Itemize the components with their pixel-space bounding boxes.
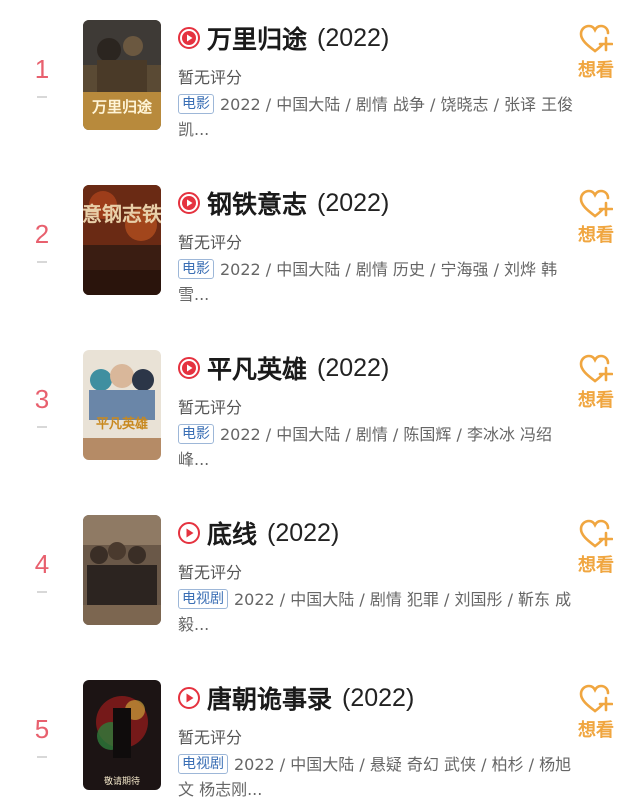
poster-image[interactable]: 万里归途	[83, 20, 161, 130]
movie-year: (2022)	[317, 23, 390, 52]
title-row[interactable]: 底线 (2022)	[178, 515, 339, 551]
tv-play-icon	[178, 522, 200, 544]
poster-title: 平凡英雄	[96, 416, 148, 432]
movie-meta: 电影 2022 / 中国大陆 / 剧情 历史 / 宁海强 / 刘烨 韩雪...	[178, 257, 578, 307]
rank-divider	[37, 96, 47, 98]
rank-divider	[37, 756, 47, 758]
movie-year: (2022)	[267, 518, 340, 547]
rating-text: 暂无评分	[178, 563, 243, 582]
list-item[interactable]: 1 万里归途 万里归途 (2022) 暂无评分 电影 2022 / 中国大陆 /…	[0, 20, 640, 185]
movie-year: (2022)	[317, 353, 390, 382]
movie-meta: 电视剧 2022 / 中国大陆 / 悬疑 奇幻 武侠 / 柏杉 / 杨旭文 杨志刚…	[178, 752, 578, 802]
want-to-watch-button[interactable]: 想看	[574, 354, 618, 412]
heart-plus-icon	[579, 189, 613, 218]
meta-text: 2022 / 中国大陆 / 悬疑 奇幻 武侠 / 柏杉 / 杨旭文 杨志刚...	[178, 755, 572, 799]
want-to-watch-button[interactable]: 想看	[574, 189, 618, 247]
list-item[interactable]: 5 敬请期待 唐朝诡事录 (2022) 暂无评分 电视剧 2022 / 中国大陆 …	[0, 680, 640, 805]
rank-number: 2	[34, 219, 50, 249]
movie-list: 1 万里归途 万里归途 (2022) 暂无评分 电影 2022 / 中国大陆 /…	[0, 0, 640, 805]
list-item[interactable]: 2 意钢志铁 钢铁意志 (2022) 暂无评分 电影2022 / 中国大陆 /	[0, 185, 640, 350]
movie-title: 平凡英雄	[207, 355, 308, 384]
rating-text: 暂无评分	[178, 233, 243, 252]
rating-text: 暂无评分	[178, 68, 243, 87]
want-label: 想看	[578, 390, 614, 411]
movie-year: (2022)	[317, 188, 390, 217]
movie-title: 唐朝诡事录	[207, 685, 333, 714]
heart-plus-icon	[579, 684, 613, 713]
want-to-watch-button[interactable]: 想看	[574, 519, 618, 577]
want-label: 想看	[578, 555, 614, 576]
meta-text: 2022 / 中国大陆 / 剧情 战争 / 饶晓志 / 张译 王俊凯...	[178, 95, 574, 139]
list-item[interactable]: 4 底线 (2022) 暂无评分 电视剧2022 / 中国大陆 / 剧情 犯罪	[0, 515, 640, 680]
type-badge: 电影	[178, 259, 214, 279]
want-label: 想看	[578, 225, 614, 246]
title-row[interactable]: 平凡英雄 (2022)	[178, 350, 389, 386]
movie-play-icon	[178, 357, 200, 379]
type-badge: 电影	[178, 94, 214, 114]
meta-text: 2022 / 中国大陆 / 剧情 犯罪 / 刘国彤 / 靳东 成毅...	[178, 590, 572, 634]
poster-title: 意钢志铁	[83, 202, 161, 226]
want-label: 想看	[578, 720, 614, 741]
title-row[interactable]: 万里归途 (2022)	[178, 20, 389, 56]
movie-play-icon	[178, 192, 200, 214]
movie-meta: 电影 2022 / 中国大陆 / 剧情 / 陈国辉 / 李冰冰 冯绍峰...	[178, 422, 578, 472]
movie-meta: 电影 2022 / 中国大陆 / 剧情 战争 / 饶晓志 / 张译 王俊凯...	[178, 92, 578, 142]
title-row[interactable]: 唐朝诡事录 (2022)	[178, 680, 414, 716]
rating-text: 暂无评分	[178, 398, 243, 417]
meta-text: 2022 / 中国大陆 / 剧情 / 陈国辉 / 李冰冰 冯绍峰...	[178, 425, 553, 469]
poster-image[interactable]: 意钢志铁	[83, 185, 161, 295]
rank-number: 4	[34, 549, 50, 579]
want-to-watch-button[interactable]: 想看	[574, 684, 618, 742]
heart-plus-icon	[579, 354, 613, 383]
poster-image[interactable]: 敬请期待	[83, 680, 161, 790]
poster-image[interactable]: 平凡英雄	[83, 350, 161, 460]
movie-title: 钢铁意志	[207, 190, 308, 219]
poster-title: 敬请期待	[104, 775, 140, 787]
movie-title: 万里归途	[207, 25, 308, 54]
rank-divider	[37, 591, 47, 593]
title-row[interactable]: 钢铁意志 (2022)	[178, 185, 389, 221]
movie-meta: 电视剧 2022 / 中国大陆 / 剧情 犯罪 / 刘国彤 / 靳东 成毅...	[178, 587, 578, 637]
movie-year: (2022)	[342, 683, 415, 712]
heart-plus-icon	[579, 519, 613, 548]
rank-number: 3	[34, 384, 50, 414]
meta-text: 2022 / 中国大陆 / 剧情 历史 / 宁海强 / 刘烨 韩雪...	[178, 260, 558, 304]
tv-play-icon	[178, 687, 200, 709]
movie-play-icon	[178, 27, 200, 49]
heart-plus-icon	[579, 24, 613, 53]
poster-image[interactable]	[83, 515, 161, 625]
want-label: 想看	[578, 60, 614, 81]
rank-number: 1	[34, 54, 50, 84]
rank-divider	[37, 261, 47, 263]
type-badge: 电视剧	[178, 589, 228, 609]
movie-title: 底线	[207, 520, 258, 549]
type-badge: 电视剧	[178, 754, 228, 774]
type-badge: 电影	[178, 424, 214, 444]
rating-text: 暂无评分	[178, 728, 243, 747]
list-item[interactable]: 3 平凡英雄 平凡英雄 (2022) 暂无评分 电影 2022 / 中国大陆 /…	[0, 350, 640, 515]
want-to-watch-button[interactable]: 想看	[574, 24, 618, 82]
poster-title: 万里归途	[91, 98, 153, 116]
rank-number: 5	[34, 714, 50, 744]
rank-divider	[37, 426, 47, 428]
